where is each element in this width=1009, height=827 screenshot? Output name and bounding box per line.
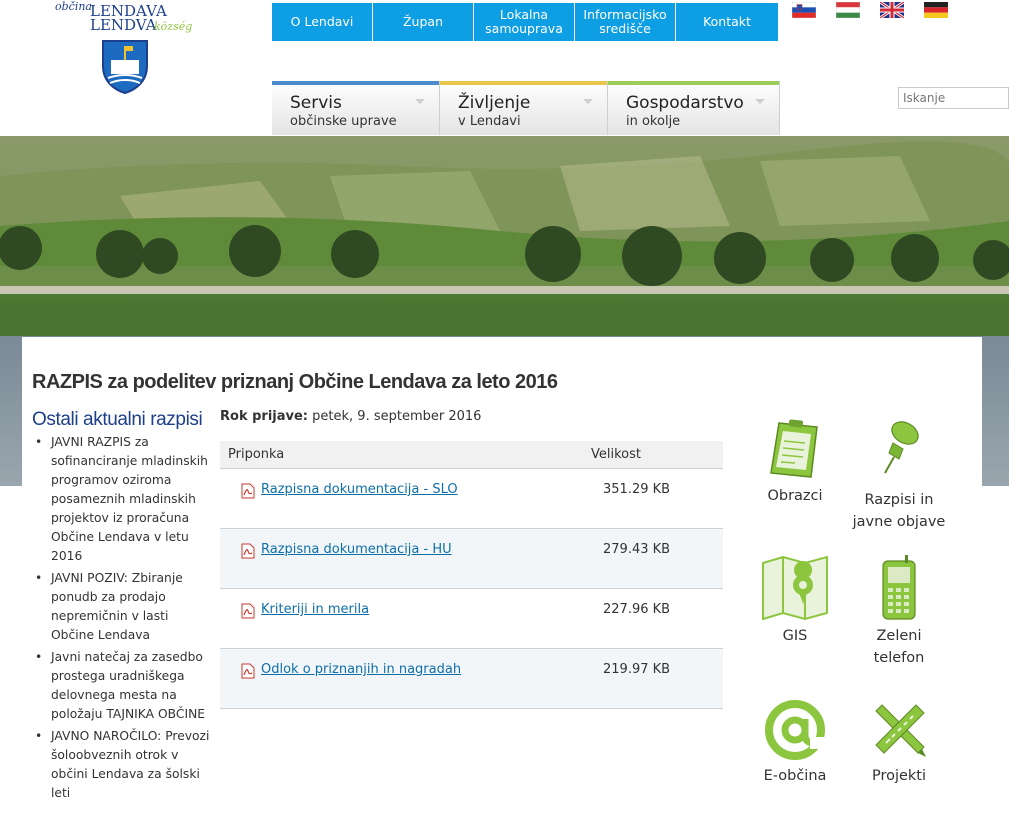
top-nav-zupan[interactable]: Župan bbox=[373, 3, 474, 41]
attachment-size: 219.97 KB bbox=[603, 662, 671, 677]
tile-label: Razpisi in javne objave bbox=[852, 492, 946, 530]
top-nav-kontakt[interactable]: Kontakt bbox=[676, 3, 779, 41]
attachment-link[interactable]: Odlok o priznanjih in nagradah bbox=[261, 662, 461, 677]
main-nav-bar bbox=[608, 81, 779, 85]
tile-label: Zeleni telefon bbox=[873, 628, 925, 666]
tile-label: E-občina bbox=[763, 768, 827, 784]
table-row: Odlok o priznanjih in nagradah 219.97 KB bbox=[220, 649, 723, 709]
main-nav: Servis občinske uprave Življenje v Lenda… bbox=[272, 81, 780, 135]
list-item-link[interactable]: JAVNI POZIV: Zbiranje ponudb za prodajo … bbox=[51, 571, 183, 642]
tile-razpisi[interactable]: Razpisi in javne objave bbox=[849, 417, 949, 533]
attachment-size: 227.96 KB bbox=[603, 602, 671, 617]
attachment-link[interactable]: Kriteriji in merila bbox=[261, 602, 369, 617]
pdf-icon bbox=[241, 603, 255, 619]
logo-lendva: LENDVA bbox=[90, 16, 157, 34]
pushpin-icon bbox=[884, 421, 919, 474]
tile-label: Projekti bbox=[871, 768, 927, 784]
crest-icon bbox=[102, 40, 148, 94]
list-item-link[interactable]: Javni natečaj za zasedbo prostega uradni… bbox=[51, 650, 205, 721]
tile-label: Obrazci bbox=[767, 488, 823, 504]
main-nav-subtitle: občinske uprave bbox=[290, 114, 397, 129]
tile-obrazci[interactable]: Obrazci bbox=[745, 417, 845, 507]
table-row: Razpisna dokumentacija - HU 279.43 KB bbox=[220, 529, 723, 589]
phone-icon bbox=[882, 555, 916, 620]
content-area: RAZPIS za podelitev priznanj Občine Lend… bbox=[22, 337, 982, 827]
flag-si-icon[interactable] bbox=[792, 2, 816, 18]
sidebar-list: JAVNI RAZPIS za sofinanciranje mladinski… bbox=[32, 433, 212, 803]
list-item-link[interactable]: JAVNI RAZPIS za sofinanciranje mladinski… bbox=[51, 435, 208, 563]
clipboard-icon bbox=[770, 419, 818, 478]
table-row: Razpisna dokumentacija - SLO 351.29 KB bbox=[220, 469, 723, 529]
attachment-size: 351.29 KB bbox=[603, 482, 671, 497]
main-nav-subtitle: v Lendavi bbox=[458, 114, 521, 129]
at-icon bbox=[765, 700, 825, 760]
deadline: Rok prijave: petek, 9. september 2016 bbox=[220, 409, 481, 424]
flag-hu-icon[interactable] bbox=[836, 2, 860, 18]
tile-label: GIS bbox=[782, 628, 808, 644]
attachment-link[interactable]: Razpisna dokumentacija - HU bbox=[261, 542, 452, 557]
main-nav-subtitle: in okolje bbox=[626, 114, 681, 129]
top-nav-lokalna-samouprava[interactable]: Lokalna samouprava bbox=[474, 3, 575, 41]
main-nav-title: Gospodarstvo bbox=[626, 93, 744, 113]
chevron-down-icon bbox=[755, 99, 765, 104]
top-nav-o-lendavi[interactable]: O Lendavi bbox=[272, 3, 373, 41]
pdf-icon bbox=[241, 543, 255, 559]
list-item[interactable]: JAVNI RAZPIS za sofinanciranje mladinski… bbox=[32, 433, 212, 566]
attachments-table: Priponka Velikost Razpisna dokumentacija… bbox=[220, 441, 723, 709]
logo-kozseg: község bbox=[154, 20, 193, 33]
list-item[interactable]: JAVNI POZIV: Zbiranje ponudb za prodajo … bbox=[32, 569, 212, 645]
pdf-icon bbox=[241, 483, 255, 499]
page: občina LENDAVA LENDVA község O Lendavi Ž… bbox=[0, 0, 1009, 827]
list-item-link[interactable]: JAVNO NAROČILO: Prevozi šoloobveznih otr… bbox=[51, 729, 209, 800]
chevron-down-icon bbox=[415, 99, 425, 104]
attachment-link[interactable]: Razpisna dokumentacija - SLO bbox=[261, 482, 458, 497]
main-nav-title: Življenje bbox=[458, 93, 531, 113]
tile-e-obcina[interactable]: E-občina bbox=[745, 699, 845, 787]
column-header-name: Priponka bbox=[228, 447, 285, 462]
main-nav-servis[interactable]: Servis občinske uprave bbox=[272, 81, 440, 135]
tile-gis[interactable]: GIS bbox=[745, 555, 845, 647]
flag-de-icon[interactable] bbox=[924, 2, 948, 18]
attachment-size: 279.43 KB bbox=[603, 542, 671, 557]
table-row: Kriteriji in merila 227.96 KB bbox=[220, 589, 723, 649]
column-header-size: Velikost bbox=[591, 447, 641, 462]
chevron-down-icon bbox=[583, 99, 593, 104]
sidebar: Ostali aktualni razpisi JAVNI RAZPIS za … bbox=[32, 409, 212, 806]
main-nav-title: Servis bbox=[290, 93, 342, 113]
flag-gb-icon[interactable] bbox=[880, 2, 904, 18]
top-nav: O Lendavi Župan Lokalna samouprava Infor… bbox=[272, 3, 779, 41]
search-input[interactable] bbox=[898, 87, 1009, 109]
main-nav-bar bbox=[440, 81, 607, 85]
tile-projekti[interactable]: Projekti bbox=[849, 699, 949, 787]
sidebar-heading: Ostali aktualni razpisi bbox=[32, 409, 203, 430]
top-nav-informacijsko-sredisce[interactable]: Informacijsko središče bbox=[575, 3, 676, 41]
map-icon bbox=[762, 555, 828, 621]
pdf-icon bbox=[241, 663, 255, 679]
list-item[interactable]: Javni natečaj za zasedbo prostega uradni… bbox=[32, 648, 212, 724]
list-item[interactable]: JAVNO NAROČILO: Prevozi šoloobveznih otr… bbox=[32, 727, 212, 803]
main-nav-zivljenje[interactable]: Življenje v Lendavi bbox=[440, 81, 608, 135]
deadline-label: Rok prijave: bbox=[220, 409, 309, 424]
main-nav-gospodarstvo[interactable]: Gospodarstvo in okolje bbox=[608, 81, 780, 135]
logo[interactable]: občina LENDAVA LENDVA község bbox=[50, 0, 200, 100]
page-title: RAZPIS za podelitev priznanj Občine Lend… bbox=[32, 371, 558, 393]
tile-zeleni-telefon[interactable]: Zeleni telefon bbox=[849, 555, 949, 669]
table-header: Priponka Velikost bbox=[220, 441, 723, 469]
main-nav-bar bbox=[272, 81, 439, 85]
logo-obcina: občina bbox=[55, 0, 92, 13]
deadline-value: petek, 9. september 2016 bbox=[312, 409, 482, 424]
tools-icon bbox=[875, 704, 926, 757]
